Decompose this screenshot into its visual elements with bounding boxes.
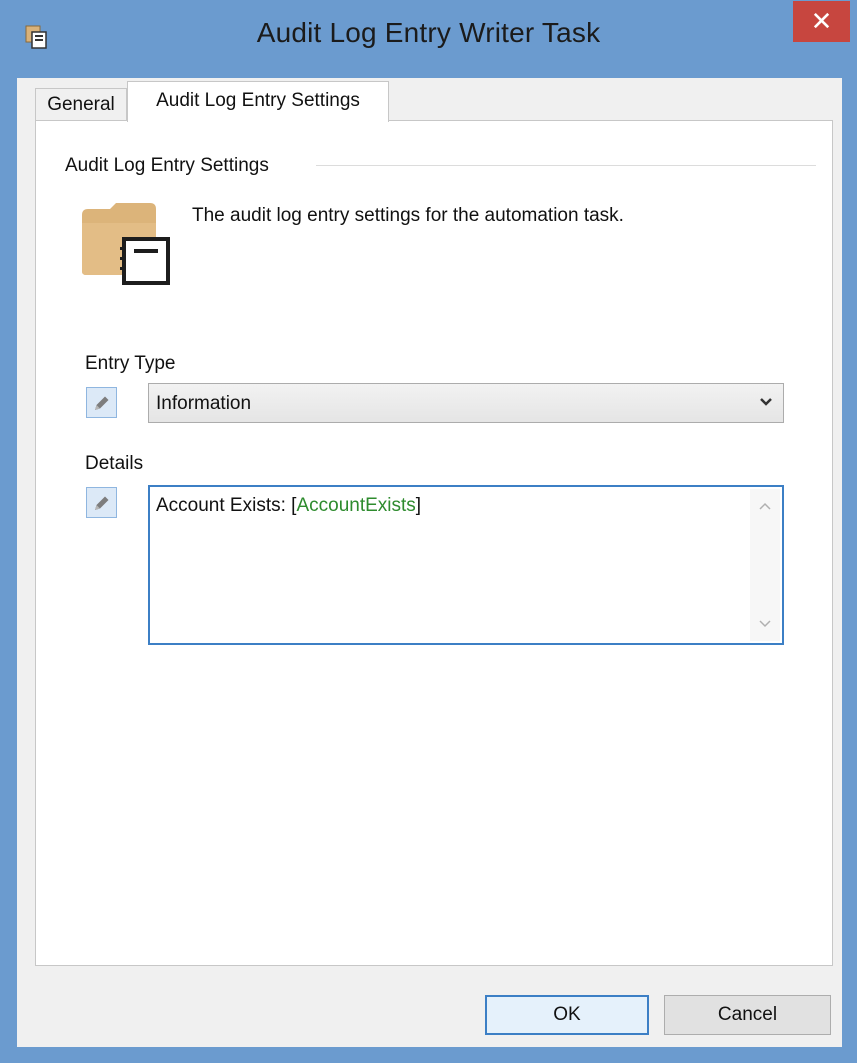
entry-type-label: Entry Type	[85, 353, 176, 374]
window-title: Audit Log Entry Writer Task	[256, 17, 601, 48]
chevron-up-icon[interactable]	[759, 501, 771, 511]
chevron-down-icon[interactable]	[759, 619, 771, 629]
close-icon: ✕	[810, 6, 833, 36]
details-variable: AccountExists	[296, 495, 416, 516]
details-edit-button[interactable]	[86, 487, 117, 518]
details-scrollbar[interactable]	[750, 489, 780, 641]
entry-type-value: Information	[156, 393, 252, 414]
group-divider	[316, 165, 816, 166]
cancel-button[interactable]: Cancel	[664, 995, 831, 1035]
tab-general[interactable]: General	[35, 88, 127, 121]
details-textarea[interactable]: Account Exists: [AccountExists]	[148, 485, 784, 645]
chevron-down-icon	[760, 398, 772, 406]
dialog-client-area: General Audit Log Entry Settings Audit L…	[17, 78, 842, 1047]
ok-button[interactable]: OK	[485, 995, 649, 1035]
title-bar[interactable]: Audit Log Entry Writer Task ✕	[0, 0, 857, 78]
tab-audit-log-entry-settings[interactable]: Audit Log Entry Settings	[127, 81, 389, 122]
folder-notebook-icon	[82, 203, 170, 285]
pencil-icon	[94, 496, 108, 510]
group-title: Audit Log Entry Settings	[65, 155, 279, 177]
entry-type-edit-button[interactable]	[86, 387, 117, 418]
close-button[interactable]: ✕	[793, 1, 850, 42]
details-text: Account Exists: [AccountExists]	[156, 495, 421, 517]
tab-panel: Audit Log Entry Settings The audit log e…	[35, 120, 833, 966]
pencil-icon	[94, 396, 108, 410]
details-text-suffix: ]	[415, 495, 422, 516]
dialog-window: Audit Log Entry Writer Task ✕ General Au…	[0, 0, 857, 1063]
details-label: Details	[85, 453, 144, 474]
details-text-prefix: Account Exists: [	[156, 495, 297, 516]
entry-type-select[interactable]: Information	[148, 383, 784, 423]
settings-description: The audit log entry settings for the aut…	[192, 205, 624, 226]
